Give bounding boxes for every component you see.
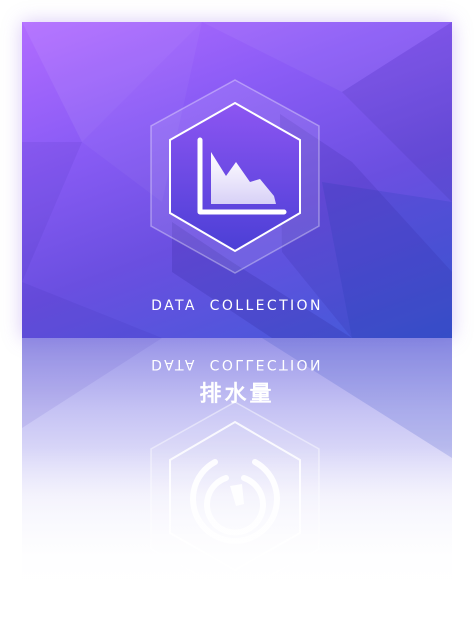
data-collection-card[interactable]: DATA COLLECTION	[22, 22, 452, 338]
reflection-area: DATA COLLECTION 排水量	[22, 338, 452, 626]
background-facets	[22, 22, 452, 338]
reflection-hexagon	[150, 401, 320, 596]
card-title: DATA COLLECTION	[151, 298, 323, 314]
page: DATA COLLECTION DATA COLLECTION 排水量	[0, 0, 474, 626]
